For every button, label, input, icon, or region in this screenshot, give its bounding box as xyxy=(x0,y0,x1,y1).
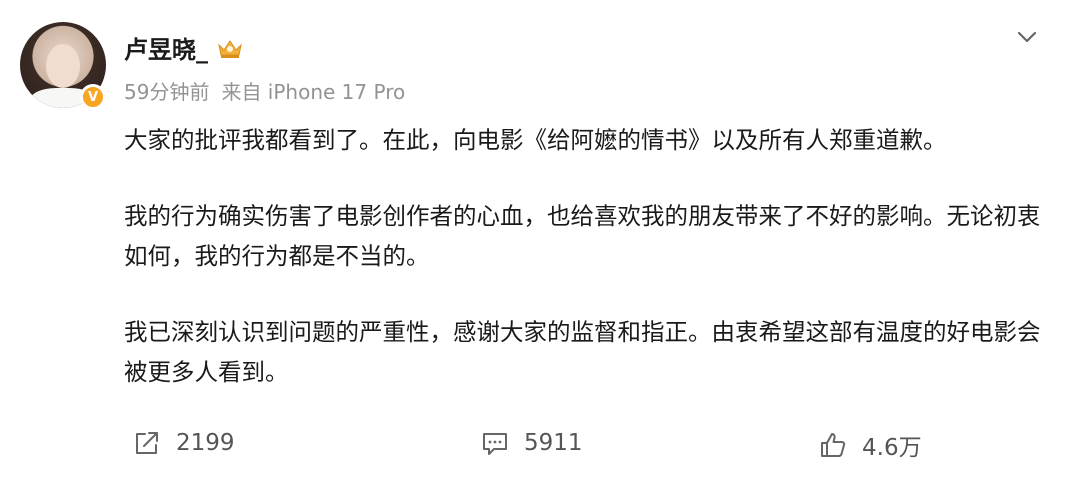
repost-icon xyxy=(136,432,158,454)
repost-button[interactable]: 2199 xyxy=(132,428,235,458)
repost-count: 2199 xyxy=(176,430,235,456)
chevron-down-icon[interactable] xyxy=(1014,24,1040,50)
action-bar: 2199 5911 4.6万 xyxy=(0,428,1080,468)
post-content: 大家的批评我都看到了。在此，向电影《给阿嬷的情书》以及所有人郑重道歉。 我的行为… xyxy=(124,120,1054,392)
avatar-face xyxy=(46,44,80,88)
comment-button[interactable]: 5911 xyxy=(480,428,583,458)
verified-badge: V xyxy=(80,84,106,110)
post-time: 59分钟前 xyxy=(124,80,210,104)
post-source: 来自 iPhone 17 Pro xyxy=(221,80,406,104)
post-paragraph: 我的行为确实伤害了电影创作者的心血，也给喜欢我的朋友带来了不好的影响。无论初衷如… xyxy=(124,202,1041,270)
author-row: 卢昱晓_ xyxy=(124,30,244,65)
post-paragraph: 大家的批评我都看到了。在此，向电影《给阿嬷的情书》以及所有人郑重道歉。 xyxy=(124,126,947,154)
comment-icon xyxy=(483,433,507,455)
comment-count: 5911 xyxy=(524,430,583,456)
like-button[interactable]: 4.6万 xyxy=(818,428,922,462)
crown-icon[interactable] xyxy=(216,37,244,59)
like-count: 4.6万 xyxy=(862,435,922,461)
post-meta: 59分钟前 来自 iPhone 17 Pro xyxy=(124,76,405,105)
post-paragraph: 我已深刻认识到问题的严重性，感谢大家的监督和指正。由衷希望这部有温度的好电影会被… xyxy=(124,318,1041,386)
like-icon xyxy=(821,433,846,457)
author-name[interactable]: 卢昱晓_ xyxy=(124,30,208,65)
